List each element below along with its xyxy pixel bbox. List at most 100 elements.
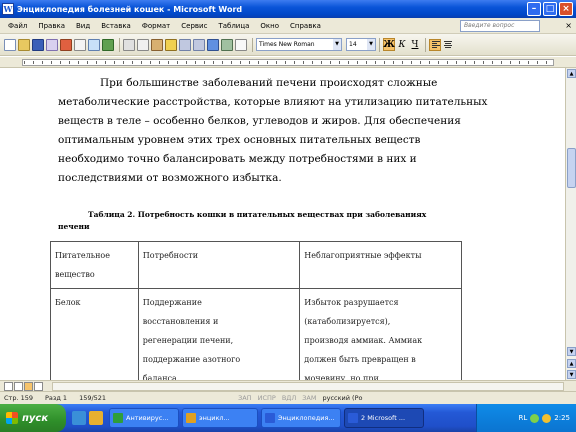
table-row: Белок Поддержание восстановления и реген…	[50, 288, 462, 380]
hyperlink-icon[interactable]	[207, 38, 219, 51]
chevron-down-icon: ▼	[367, 39, 375, 50]
system-tray: RL 2:25	[476, 404, 576, 432]
maximize-button[interactable]: □	[543, 2, 557, 16]
word-icon	[265, 413, 275, 423]
document-window-controls: ×	[565, 21, 572, 30]
scroll-down-icon[interactable]: ▼	[567, 347, 576, 356]
ruler-ticks	[24, 61, 552, 64]
status-ovr[interactable]: ЗАМ	[302, 394, 316, 402]
align-center-button[interactable]	[442, 39, 454, 51]
permission-icon[interactable]	[46, 38, 58, 51]
horizontal-ruler[interactable]	[0, 57, 576, 68]
new-document-icon[interactable]	[4, 38, 16, 51]
minimize-button[interactable]: –	[527, 2, 541, 16]
menu-view[interactable]: Вид	[76, 22, 90, 30]
horizontal-scrollbar[interactable]	[0, 380, 576, 391]
font-size-select[interactable]: 14 ▼	[346, 38, 376, 51]
header-cell-needs: Потребности	[137, 241, 301, 289]
menu-table[interactable]: Таблица	[218, 22, 249, 30]
toolbar-separator	[425, 37, 426, 52]
start-button[interactable]: пуск	[0, 404, 66, 432]
table-caption-line: печени	[58, 222, 90, 231]
menu-edit[interactable]: Правка	[38, 22, 65, 30]
menu-window[interactable]: Окно	[260, 22, 279, 30]
redo-icon[interactable]	[193, 38, 205, 51]
help-search-input[interactable]: Введите вопрос	[460, 20, 540, 32]
cell-line: баланса.	[142, 374, 180, 380]
toolbar-separator	[252, 37, 253, 52]
status-bar: Стр. 159 Разд 1 159/521 ЗАП ИСПР ВДЛ ЗАМ…	[0, 391, 576, 404]
table-icon[interactable]	[221, 38, 233, 51]
cell-line: (катаболизируется),	[304, 317, 391, 326]
menu-file[interactable]: Файл	[8, 22, 27, 30]
copy-icon[interactable]	[137, 38, 149, 51]
cut-icon[interactable]	[123, 38, 135, 51]
normal-view-icon[interactable]	[4, 382, 13, 391]
internet-explorer-icon[interactable]	[72, 411, 86, 425]
status-language[interactable]: русский (Ро	[322, 394, 362, 402]
cell-line: Неблагоприятные эффекты	[304, 251, 422, 260]
cell-line: поддержание азотного	[142, 355, 241, 364]
italic-button[interactable]: К	[396, 38, 408, 51]
header-cell-effects: Неблагоприятные эффекты	[299, 241, 462, 289]
task-label: Энциклопедия...	[278, 414, 335, 422]
underline-button[interactable]: Ч	[409, 38, 421, 51]
toolbar-separator	[119, 37, 120, 52]
menu-insert[interactable]: Вставка	[101, 22, 131, 30]
menu-help[interactable]: Справка	[290, 22, 321, 30]
status-track[interactable]: ИСПР	[258, 394, 276, 402]
menu-format[interactable]: Формат	[142, 22, 170, 30]
language-indicator[interactable]: RL	[519, 414, 528, 422]
scroll-up-icon[interactable]: ▲	[567, 69, 576, 78]
task-label: 2 Microsoft ...	[361, 414, 406, 422]
paste-icon[interactable]	[151, 38, 163, 51]
save-icon[interactable]	[32, 38, 44, 51]
format-painter-icon[interactable]	[165, 38, 177, 51]
show-desktop-icon[interactable]	[89, 411, 103, 425]
close-button[interactable]: ×	[559, 2, 573, 16]
start-label: пуск	[22, 412, 49, 424]
task-button-word[interactable]: 2 Microsoft ...	[344, 408, 424, 428]
status-ext[interactable]: ВДЛ	[282, 394, 296, 402]
task-label: Антивирус...	[126, 414, 169, 422]
previous-page-icon[interactable]: ▲	[567, 359, 576, 368]
next-page-icon[interactable]: ▼	[567, 370, 576, 379]
task-button-antivirus[interactable]: Антивирус...	[109, 408, 179, 428]
window-title: Энциклопедия болезней кошек - Microsoft …	[17, 4, 243, 14]
font-size-value: 14	[349, 41, 357, 48]
scrollbar-thumb[interactable]	[567, 148, 576, 188]
status-pages: 159/521	[79, 394, 107, 402]
horizontal-scroll-track[interactable]	[52, 382, 564, 391]
toolbar: Times New Roman ▼ 14 ▼ Ж К Ч	[0, 34, 576, 56]
task-button-folder[interactable]: энцикл...	[182, 408, 258, 428]
spelling-icon[interactable]	[102, 38, 114, 51]
cell-needs: Поддержание восстановления и регенерации…	[137, 288, 301, 380]
paragraph-line: последствиями от возможного избытка.	[58, 172, 282, 184]
undo-icon[interactable]	[179, 38, 191, 51]
bold-button[interactable]: Ж	[383, 38, 395, 51]
vertical-scrollbar[interactable]: ▲ ▼ ▲ ▼	[565, 68, 576, 380]
network-icon[interactable]	[530, 413, 540, 423]
print-icon[interactable]	[74, 38, 86, 51]
font-name-value: Times New Roman	[259, 41, 315, 48]
cell-line: производя аммиак. Аммиак	[304, 336, 423, 345]
print-layout-icon[interactable]	[24, 382, 33, 391]
task-button-document[interactable]: Энциклопедия...	[261, 408, 341, 428]
word-icon	[348, 413, 358, 423]
doc-close-icon[interactable]: ×	[565, 21, 572, 30]
volume-icon[interactable]	[542, 413, 552, 423]
status-rec[interactable]: ЗАП	[238, 394, 252, 402]
cell-line: регенерации печени,	[142, 336, 234, 345]
word-icon[interactable]: W	[2, 3, 14, 15]
print-preview-icon[interactable]	[88, 38, 100, 51]
font-name-select[interactable]: Times New Roman ▼	[256, 38, 342, 51]
paragraph-line: необходимо точно балансировать между пот…	[58, 153, 417, 165]
open-folder-icon[interactable]	[18, 38, 30, 51]
menu-tools[interactable]: Сервис	[181, 22, 207, 30]
web-view-icon[interactable]	[14, 382, 23, 391]
email-icon[interactable]	[60, 38, 72, 51]
align-left-button[interactable]	[429, 38, 441, 51]
document-page[interactable]: При большинстве заболеваний печени проис…	[0, 68, 565, 380]
show-formatting-icon[interactable]	[235, 38, 247, 51]
outline-view-icon[interactable]	[34, 382, 43, 391]
